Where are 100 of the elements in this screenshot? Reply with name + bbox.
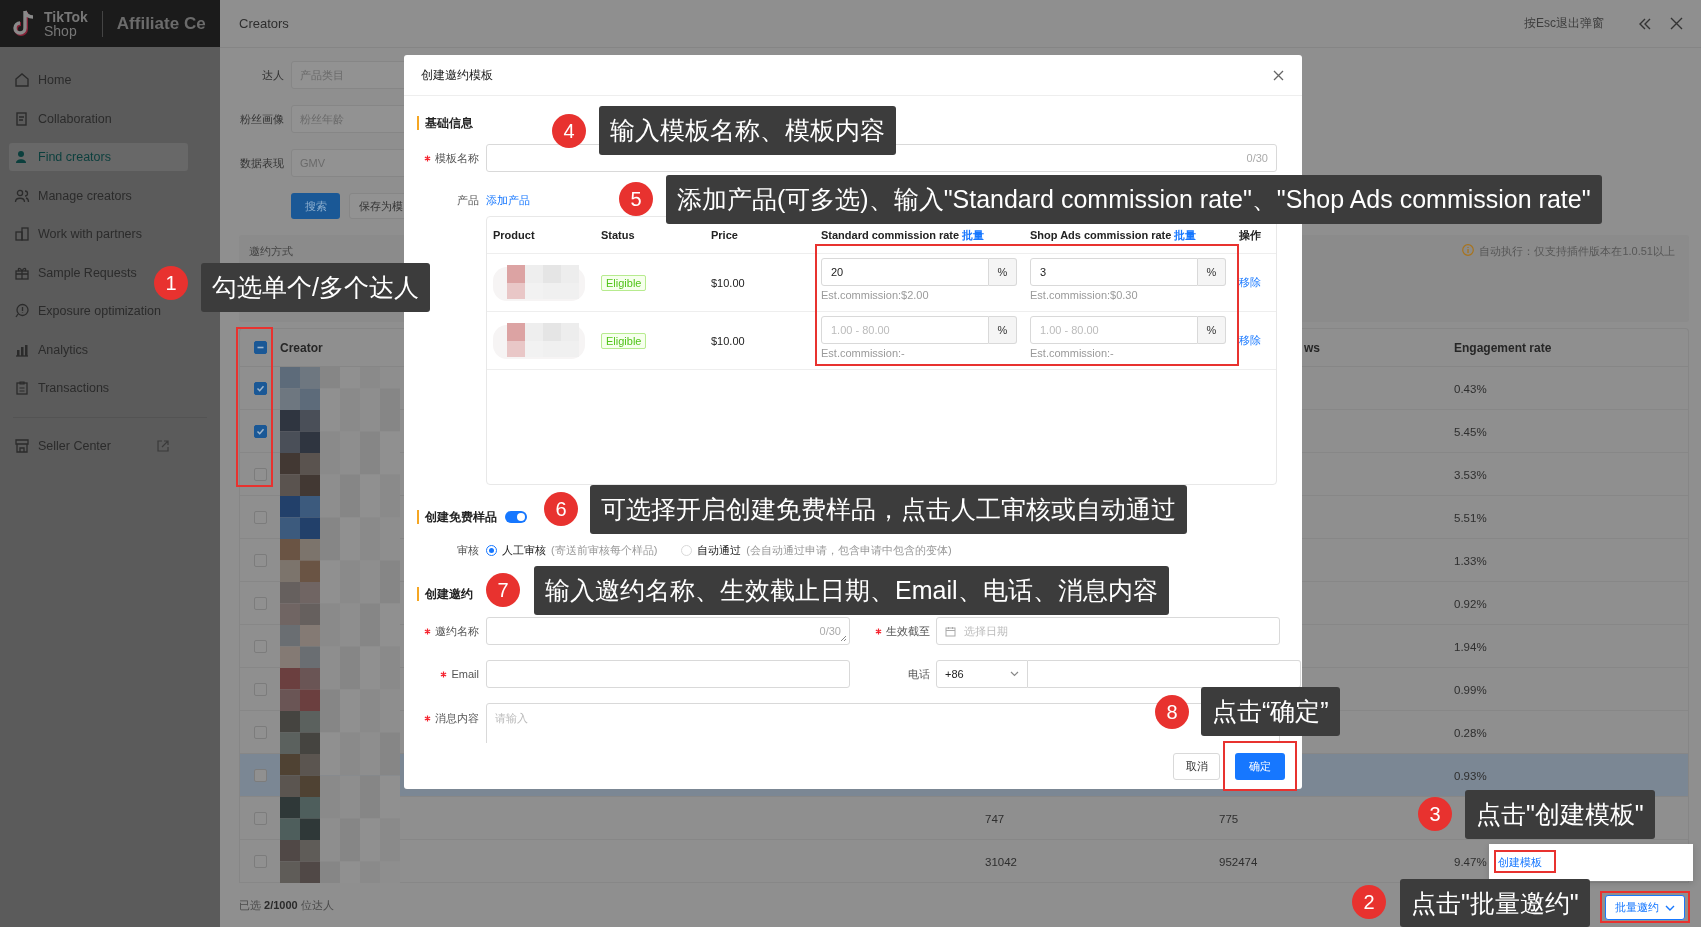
column-header: Status xyxy=(601,229,635,241)
field-label: 模板名称 xyxy=(404,150,479,166)
table-cell: 5.45% xyxy=(1454,425,1487,438)
column-header: Creator xyxy=(280,340,323,355)
hint-text: (会自动通过申请，包含申请中包含的变体) xyxy=(746,542,952,558)
radio-label[interactable]: 人工审核 xyxy=(502,542,546,558)
input-field[interactable] xyxy=(486,660,850,688)
close-icon[interactable] xyxy=(1273,69,1284,81)
checkbox[interactable] xyxy=(253,341,267,354)
commission-field[interactable]: 1.00 - 80.00 xyxy=(1030,316,1198,344)
add-product-link[interactable]: 添加产品 xyxy=(486,192,530,208)
annotation-tooltip: 输入模板名称、模板内容 xyxy=(599,106,896,155)
table-cell: 0.99% xyxy=(1454,683,1487,696)
section-heading: 创建免费样品 xyxy=(425,508,497,526)
required-icon xyxy=(440,670,448,678)
batch-link[interactable]: 批量 xyxy=(962,228,985,241)
chevron-down-icon xyxy=(1010,671,1019,677)
bulk-invite-button[interactable]: 批量邀约 xyxy=(1605,895,1685,920)
field-label: 电话 xyxy=(907,666,930,682)
column-header: Engagement rate xyxy=(1454,340,1552,355)
chat-icon xyxy=(14,303,30,319)
close-icon[interactable] xyxy=(1670,17,1683,30)
dialog-title: 创建邀约模板 xyxy=(421,66,493,84)
remove-link[interactable]: 移除 xyxy=(1239,334,1261,346)
field-label: 生效截至 xyxy=(850,623,930,639)
annotation-tooltip: 点击"创建模板" xyxy=(1465,790,1655,839)
annotation-tooltip: 点击“确定” xyxy=(1201,687,1340,736)
field-label: 粉丝画像 xyxy=(239,111,284,127)
column-header: Product xyxy=(493,229,535,241)
hint-text: (寄送前审核每个样品) xyxy=(551,542,658,558)
check-icon xyxy=(255,427,265,436)
percent-addon: % xyxy=(1198,316,1226,344)
hint-text: 按Esc退出弹窗 xyxy=(1524,15,1604,32)
table-cell: $10.00 xyxy=(711,276,745,289)
checkbox[interactable] xyxy=(253,382,267,395)
page-title: Creators xyxy=(239,16,289,31)
required-icon xyxy=(424,154,431,162)
search-button[interactable]: 搜索 xyxy=(291,193,340,219)
commission-field[interactable]: 1.00 - 80.00 xyxy=(821,316,989,344)
required-icon xyxy=(424,627,431,635)
store-icon xyxy=(14,437,30,454)
percent-addon: % xyxy=(989,316,1017,344)
table-cell: 0.93% xyxy=(1454,769,1487,782)
external-link-icon xyxy=(157,439,169,452)
percent-addon: % xyxy=(1198,258,1226,286)
annotation-tooltip: 可选择开启创建免费样品，点击人工审核或自动通过 xyxy=(590,485,1187,534)
field-label: 产品 xyxy=(456,192,479,208)
table-cell: 31042 xyxy=(985,855,1017,868)
column-header: Standard commission rate xyxy=(821,228,960,241)
field-label: 邀约名称 xyxy=(404,623,479,639)
field-label: Email xyxy=(404,668,479,680)
estimate-text: Est.commission:- xyxy=(1030,347,1115,359)
calendar-icon xyxy=(945,625,956,637)
field-label: 数据表现 xyxy=(239,155,284,171)
batch-link[interactable]: 批量 xyxy=(1174,228,1197,241)
sidebar-item[interactable]: Find creators xyxy=(9,143,188,171)
estimate-text: Est.commission:- xyxy=(821,347,906,359)
app-title: Affiliate Ce xyxy=(116,13,206,34)
table-cell: 3.53% xyxy=(1454,468,1487,481)
table-cell: 0.92% xyxy=(1454,597,1487,610)
building-icon xyxy=(14,226,30,242)
step-number-tooltip: 3 xyxy=(1418,797,1452,831)
table-cell: 0.43% xyxy=(1454,382,1487,395)
highlight-frame xyxy=(1494,850,1556,873)
cancel-button[interactable]: 取消 xyxy=(1173,752,1220,780)
percent-addon: % xyxy=(989,258,1017,286)
table-cell: $10.00 xyxy=(711,334,745,347)
step-number-tooltip: 2 xyxy=(1352,885,1386,919)
table-cell: 0.28% xyxy=(1454,726,1487,739)
table-cell: 9.47% xyxy=(1454,855,1487,868)
commission-field[interactable]: 20 xyxy=(821,258,989,286)
radio-label[interactable]: 自动通过 xyxy=(697,542,742,558)
info-icon xyxy=(1462,244,1475,256)
table-cell: 952474 xyxy=(1219,855,1258,868)
date-field[interactable]: 选择日期 xyxy=(936,617,1280,645)
input-field[interactable]: 0/30 xyxy=(486,617,850,645)
checkbox[interactable] xyxy=(253,425,267,438)
remove-link[interactable]: 移除 xyxy=(1239,276,1261,288)
section-heading: 基础信息 xyxy=(425,114,473,132)
country-code-select[interactable]: +86 xyxy=(936,660,1028,688)
selection-summary: 已选 2/1000 位达人 xyxy=(239,898,334,913)
menu-item[interactable]: 创建模板 xyxy=(1498,855,1542,870)
section-heading: 创建邀约 xyxy=(425,585,473,603)
required-icon xyxy=(875,627,882,635)
status-tag: Eligible xyxy=(601,274,647,291)
people-icon xyxy=(14,187,30,204)
commission-field[interactable]: 3 xyxy=(1030,258,1198,286)
confirm-button[interactable]: 确定 xyxy=(1235,752,1285,780)
clipboard-icon xyxy=(14,380,30,396)
required-icon xyxy=(424,715,431,722)
collapse-icon[interactable] xyxy=(1638,17,1652,30)
annotation-tooltip: 输入邀约名称、生效截止日期、Email、电话、消息内容 xyxy=(534,566,1169,615)
resize-icon xyxy=(840,635,847,642)
checkbox[interactable] xyxy=(253,769,267,782)
field-label: 消息内容 xyxy=(404,703,479,726)
brand-name: TikTok xyxy=(44,9,88,24)
toggle-switch[interactable] xyxy=(505,511,527,523)
home-icon xyxy=(14,72,30,88)
annotation-tooltip: 勾选单个/多个达人 xyxy=(201,263,430,312)
brand-name: Shop xyxy=(44,23,78,38)
